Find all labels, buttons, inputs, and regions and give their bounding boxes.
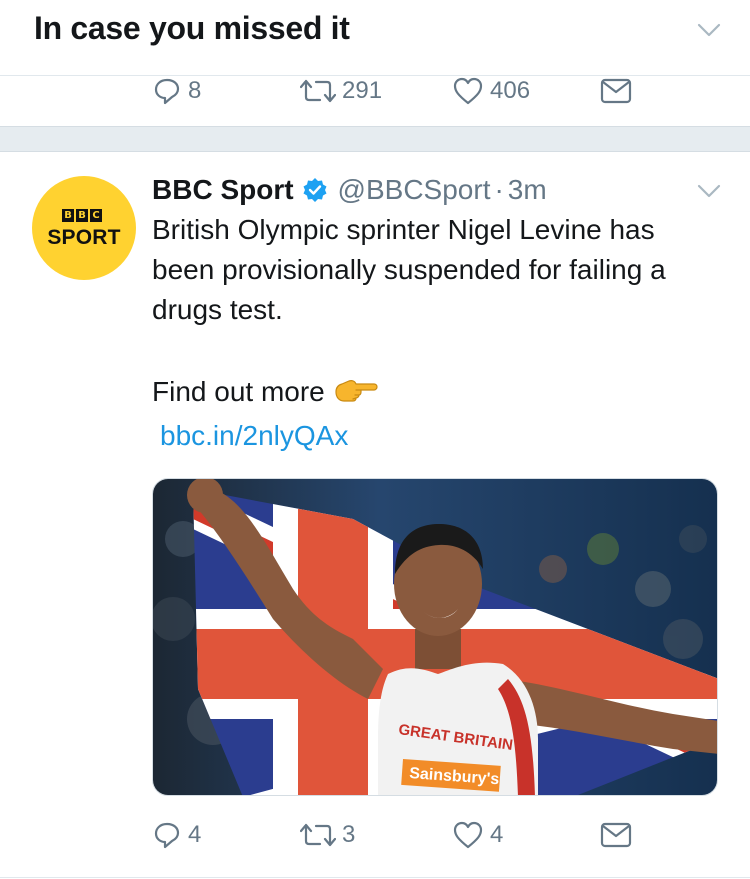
avatar-sport-text: SPORT <box>47 226 121 249</box>
tweet-actions: 4 3 4 <box>0 812 750 858</box>
like-icon <box>453 821 483 849</box>
pointing-finger-icon <box>335 380 378 402</box>
retweet-count: 291 <box>342 77 383 104</box>
chevron-down-icon[interactable] <box>697 183 721 199</box>
verified-badge-icon <box>303 178 327 202</box>
like-button[interactable]: 406 <box>452 68 530 114</box>
separator: · <box>494 174 504 205</box>
section-divider <box>0 126 750 152</box>
message-icon <box>600 822 632 848</box>
tweet-text: British Olympic sprinter Nigel Levine ha… <box>152 214 666 325</box>
reply-count: 4 <box>188 821 202 848</box>
previous-tweet-actions: 8 291 406 <box>0 68 750 114</box>
find-out-more-line: Find out more <box>152 372 379 412</box>
reply-button[interactable]: 8 <box>152 68 201 114</box>
retweet-icon <box>300 823 336 847</box>
reply-count: 8 <box>188 77 202 104</box>
reply-icon <box>154 78 180 105</box>
like-button[interactable]: 4 <box>452 812 503 858</box>
tweet-link[interactable]: bbc.in/2nlyQAx <box>160 416 348 456</box>
section-title: In case you missed it <box>34 10 350 46</box>
bottom-divider <box>0 877 750 878</box>
avatar[interactable]: B B C SPORT <box>32 176 136 280</box>
direct-message-button[interactable] <box>600 68 632 114</box>
reply-icon <box>154 822 180 849</box>
direct-message-button[interactable] <box>600 812 632 858</box>
tweet-timestamp[interactable]: 3m <box>508 174 547 206</box>
author-name[interactable]: BBC Sport <box>152 174 294 206</box>
tweet-header: BBC Sport @BBCSport · 3m <box>152 170 547 210</box>
retweet-count: 3 <box>342 821 356 848</box>
retweet-button[interactable]: 3 <box>300 812 355 858</box>
author-handle[interactable]: @BBCSport <box>338 174 491 206</box>
find-out-more-text: Find out more <box>152 376 325 407</box>
chevron-down-icon[interactable] <box>697 22 721 38</box>
like-count: 406 <box>490 77 531 104</box>
tweet-media-photo[interactable]: GREAT BRITAIN Sainsbury's <box>152 478 718 796</box>
retweet-icon <box>300 79 336 103</box>
message-icon <box>600 78 632 104</box>
section-header: In case you missed it <box>0 0 750 76</box>
bbc-logo: B B C <box>62 209 102 222</box>
reply-button[interactable]: 4 <box>152 812 201 858</box>
like-count: 4 <box>490 821 504 848</box>
like-icon <box>453 77 483 105</box>
retweet-button[interactable]: 291 <box>300 68 382 114</box>
